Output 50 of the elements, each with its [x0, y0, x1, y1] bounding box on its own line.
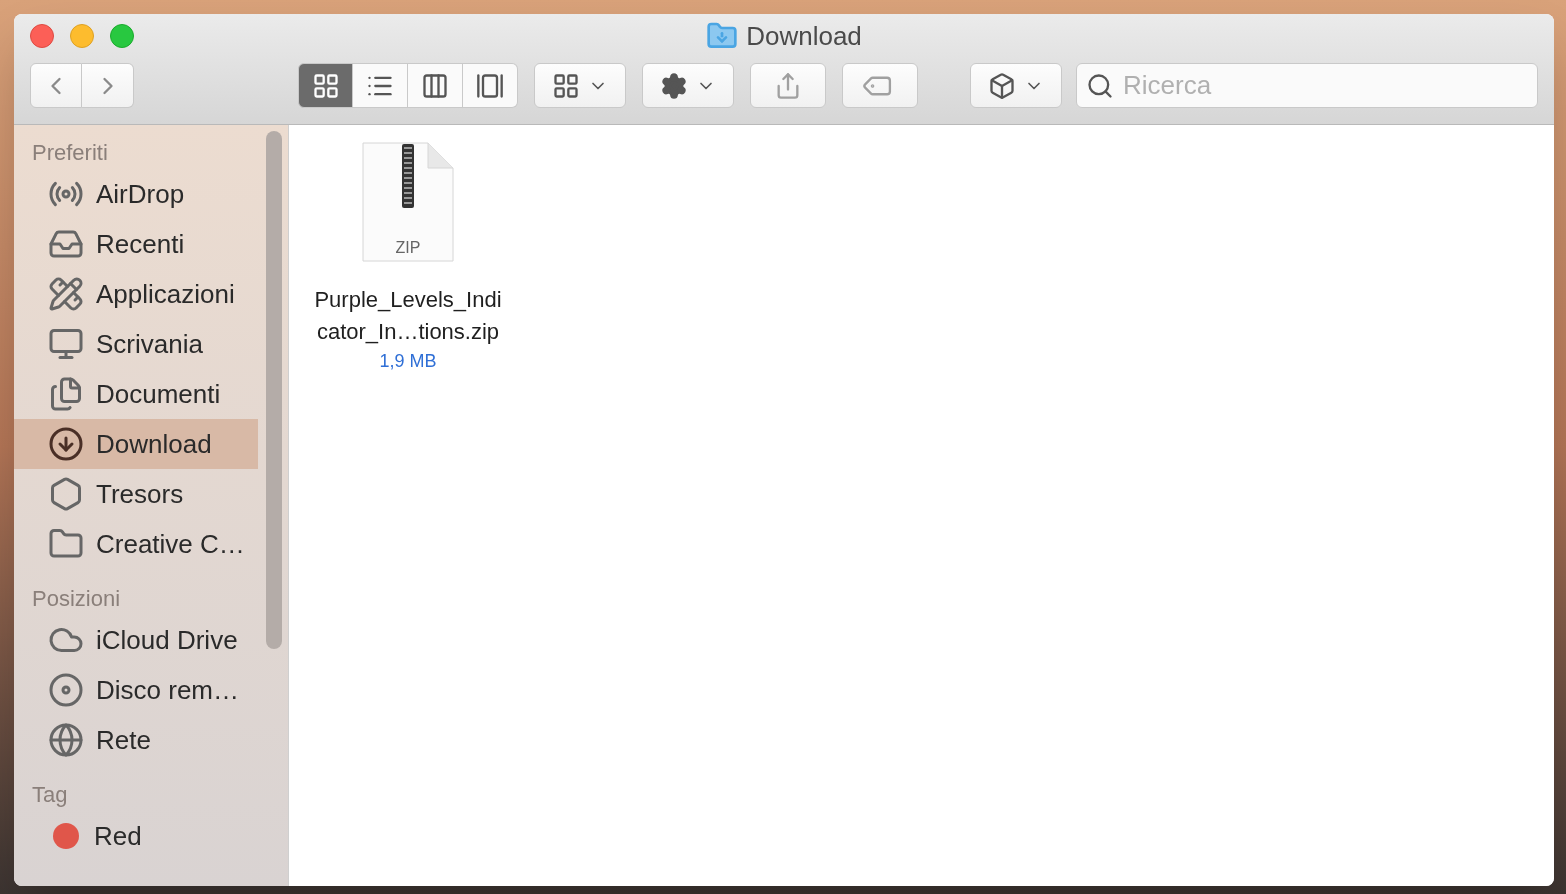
sidebar-item[interactable]: AirDrop — [14, 169, 258, 219]
network-icon — [48, 722, 84, 758]
cube-menu-button[interactable] — [970, 63, 1062, 108]
forward-button[interactable] — [82, 63, 134, 108]
cube-icon — [988, 71, 1016, 100]
window-title: Download — [746, 19, 862, 53]
grid-icon — [552, 71, 580, 100]
sidebar-item[interactable]: Download — [14, 419, 258, 469]
zip-file-icon — [362, 142, 454, 262]
file-name: Purple_Levels_Indicator_In…tions.zip — [313, 286, 503, 346]
zoom-button[interactable] — [110, 24, 134, 48]
grid-view-icon — [311, 71, 340, 100]
sidebar-item[interactable]: Documenti — [14, 369, 258, 419]
list-view-button[interactable] — [353, 63, 408, 108]
scrollbar-thumb[interactable] — [266, 131, 282, 649]
sidebar-item[interactable]: Disco rem… — [14, 665, 258, 715]
sidebar-item[interactable]: Creative C… — [14, 519, 258, 569]
sidebar-item[interactable]: Red — [14, 811, 258, 861]
gallery-view-icon — [476, 71, 504, 100]
section-header: Posizioni — [31, 585, 122, 613]
disc-icon — [48, 672, 84, 708]
documents-icon — [48, 376, 84, 412]
sidebar-item[interactable]: Scrivania — [14, 319, 258, 369]
back-button[interactable] — [30, 63, 82, 108]
search-icon — [1086, 72, 1114, 100]
section-header: Tag — [31, 781, 69, 809]
section-header: Preferiti — [31, 139, 109, 167]
applications-icon — [48, 276, 84, 312]
minimize-button[interactable] — [70, 24, 94, 48]
sidebar-item[interactable]: Tresors — [14, 469, 258, 519]
grid-view-button[interactable] — [298, 63, 353, 108]
close-button[interactable] — [30, 24, 54, 48]
search-field[interactable]: Ricerca — [1076, 63, 1538, 108]
column-view-button[interactable] — [408, 63, 463, 108]
gallery-view-button[interactable] — [463, 63, 518, 108]
download-icon — [48, 426, 84, 462]
file-size: 1,9 MB — [379, 350, 437, 373]
tag-button[interactable] — [842, 63, 918, 108]
sidebar-item[interactable]: Rete — [14, 715, 258, 765]
file-item[interactable]: ZIP Purple_Levels_Indicator_In…tions.zip 1,9 MB — [303, 142, 513, 375]
sidebar-item[interactable]: iCloud Drive — [14, 615, 258, 665]
file-type-label: ZIP — [394, 238, 422, 258]
action-button[interactable] — [642, 63, 734, 108]
share-button[interactable] — [750, 63, 826, 108]
cube-icon — [48, 476, 84, 512]
sidebar-item[interactable]: Applicazioni — [14, 269, 258, 319]
group-button[interactable] — [534, 63, 626, 108]
desktop-icon — [48, 326, 84, 362]
column-view-icon — [421, 71, 449, 100]
sidebar-item[interactable]: Recenti — [14, 219, 258, 269]
